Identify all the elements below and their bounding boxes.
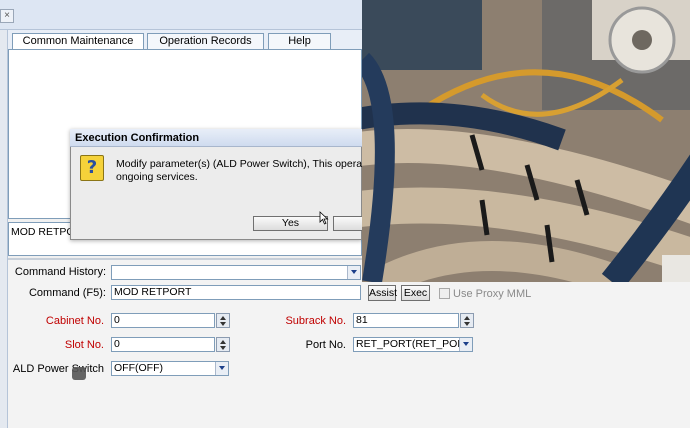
ald-power-switch-label: ALD Power Switch (12, 363, 104, 375)
use-proxy-label: Use Proxy MML (453, 288, 532, 300)
tooltip-marker (72, 367, 86, 380)
mouse-cursor-icon (319, 211, 329, 225)
slot-spinner[interactable] (216, 337, 230, 352)
yes-button[interactable]: Yes (253, 216, 328, 231)
dialog-message-line1: Modify parameter(s) (ALD Power Switch), … (116, 158, 362, 170)
question-icon: ? (80, 155, 104, 181)
dialog-title: Execution Confirmation (70, 129, 362, 147)
cable-photo-overlay (362, 0, 690, 282)
cabinet-spinner[interactable] (216, 313, 230, 328)
command-history-dropdown[interactable] (111, 265, 361, 280)
slot-input[interactable]: 0 (111, 337, 215, 352)
subrack-label: Subrack No. (285, 315, 346, 327)
command-input[interactable]: MOD RETPORT (111, 285, 361, 300)
command-label: Command (F5): (28, 287, 106, 299)
exec-button[interactable]: Exec (401, 285, 430, 301)
slot-label: Slot No. (64, 339, 104, 351)
port-dropdown[interactable]: RET_PORT(RET_PORT) (353, 337, 473, 352)
no-button[interactable] (333, 216, 363, 231)
chevron-down-icon[interactable] (459, 338, 472, 351)
chevron-down-icon[interactable] (215, 362, 228, 375)
subrack-input[interactable]: 81 (353, 313, 459, 328)
dialog-message-line2: ongoing services. (116, 171, 198, 183)
tab-help[interactable]: Help (Alt+N) (268, 33, 331, 62)
cabinet-input[interactable]: 0 (111, 313, 215, 328)
ald-power-switch-dropdown[interactable]: OFF(OFF) (111, 361, 229, 376)
subrack-spinner[interactable] (460, 313, 474, 328)
tab-common-maintenance[interactable]: Common Maintenance (Alt+C) (12, 33, 144, 62)
left-panel-edge (0, 30, 8, 428)
chevron-down-icon[interactable] (347, 266, 360, 279)
command-history-label: Command History: (14, 266, 106, 278)
close-icon[interactable]: × (0, 9, 14, 23)
port-label: Port No. (305, 339, 346, 351)
window-titlebar (0, 0, 362, 30)
cabinet-label: Cabinet No. (45, 315, 104, 327)
tab-operation-records[interactable]: Operation Records (Alt+R) (147, 33, 264, 62)
use-proxy-checkbox[interactable] (439, 288, 450, 299)
dialog-message: Modify parameter(s) (ALD Power Switch), … (116, 158, 362, 184)
assist-button[interactable]: Assist (368, 285, 397, 301)
